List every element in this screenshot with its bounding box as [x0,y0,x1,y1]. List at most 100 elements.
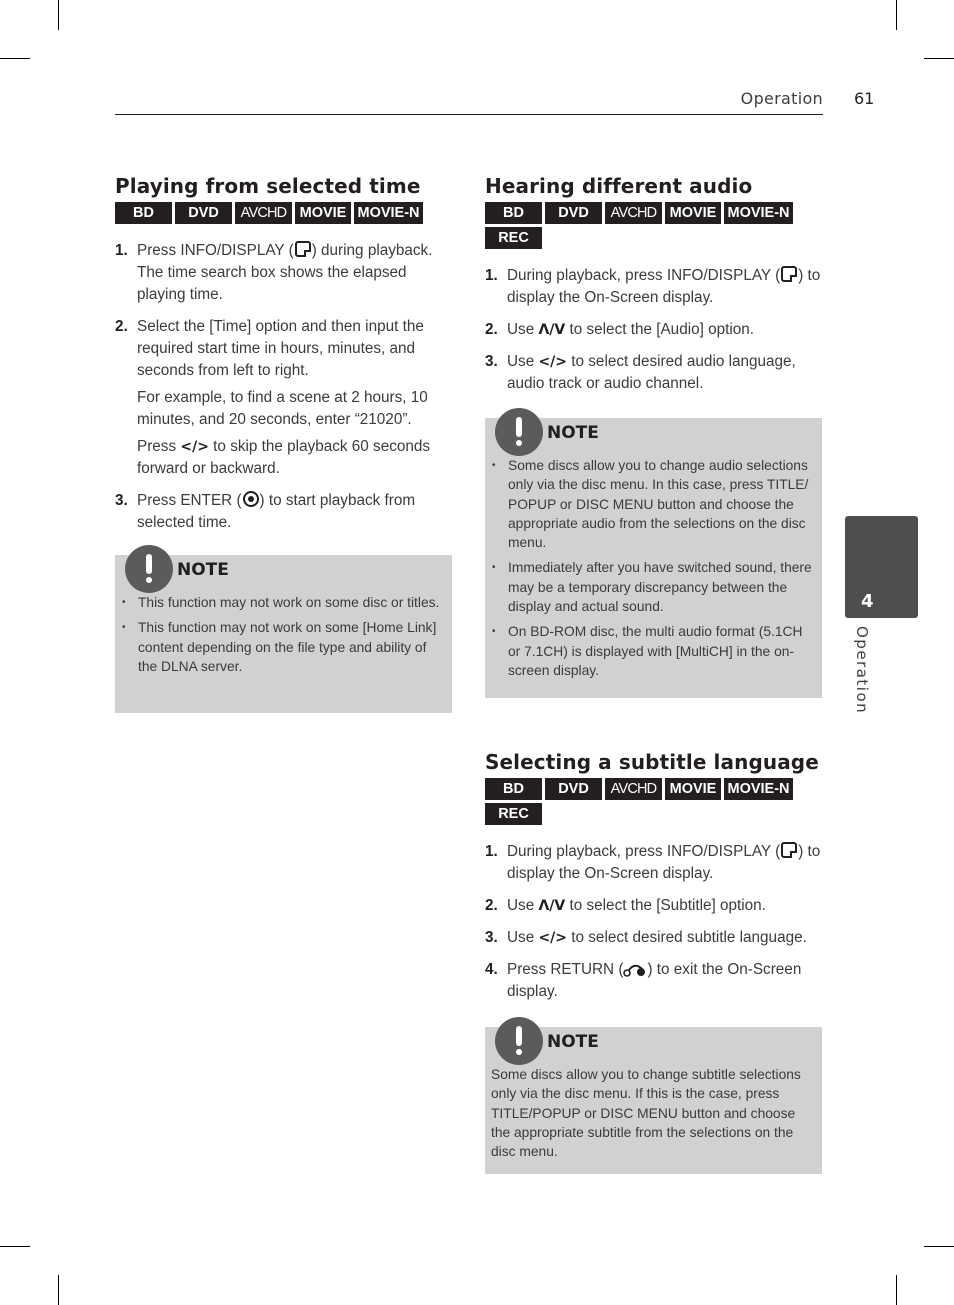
note-header: NOTE [485,408,822,456]
exclamation-icon [495,408,543,456]
badge-dvd: DVD [545,778,602,800]
section-playing-time: Playing from selected time BD DVD AVCHD … [115,174,455,544]
crop-mark [0,58,30,59]
step-item: 2. Use Λ/V to select the [Subtitle] opti… [485,895,825,917]
step-item: 3. Use </> to select desired audio langu… [485,351,825,395]
disc-badges: BD DVD AVCHD MOVIE MOVIE-N REC [485,778,830,825]
step-number: 3. [485,353,498,370]
badge-movie-n: MOVIE-N [724,202,793,224]
note-item: Immediately after you have switched soun… [491,558,816,616]
step-text: Press RETURN ( [507,961,624,978]
page-number: 61 [854,89,875,108]
section-title: Playing from selected time [115,174,421,198]
step-text: Use [507,897,539,914]
steps-list: 1. Press INFO/DISPLAY () during playback… [115,240,455,534]
disc-badges: BD DVD AVCHD MOVIE MOVIE-N [115,202,460,224]
note-list: Some discs allow you to change audio sel… [485,456,822,696]
note-label: NOTE [547,1032,599,1052]
note-text: Some discs allow you to change subtitle … [491,1067,801,1160]
step-text: During playback, press INFO/DISPLAY ( [507,267,781,284]
left-right-arrows-icon: </> [180,439,209,455]
step-item: 2. Select the [Time] option and then inp… [115,316,455,480]
step-item: 1. Press INFO/DISPLAY () during playback… [115,240,455,306]
crop-mark [896,1275,897,1305]
up-down-arrows-icon: Λ/V [538,898,566,914]
steps-list: 1. During playback, press INFO/DISPLAY (… [485,841,825,1003]
crop-mark [0,1246,30,1247]
step-text: Press INFO/DISPLAY ( [137,242,294,259]
note-item: This function may not work on some [Home… [121,618,446,676]
enter-icon [242,491,259,507]
crop-mark [924,1246,954,1247]
chapter-number: 4 [861,591,874,612]
step-number: 3. [115,492,128,509]
step-number: 1. [485,267,498,284]
badge-movie: MOVIE [665,778,721,800]
badge-bd: BD [485,778,542,800]
crop-mark [58,1275,59,1305]
badge-rec: REC [485,803,542,825]
badge-movie-n: MOVIE-N [724,778,793,800]
section-title: Selecting a subtitle language [485,750,819,774]
crop-mark [58,0,59,30]
header-section-title: Operation [740,89,823,108]
chapter-tab: 4 [845,516,918,618]
step-number: 1. [115,242,128,259]
badge-avchd: AVCHD [605,778,662,800]
disc-badges: BD DVD AVCHD MOVIE MOVIE-N REC [485,202,830,249]
step-text: to select the [Subtitle] option. [565,897,766,914]
step-text: Use [507,321,539,338]
badge-movie: MOVIE [665,202,721,224]
step-text: Use [507,353,539,370]
up-down-arrows-icon: Λ/V [538,322,566,338]
return-icon [623,964,646,977]
badge-dvd: DVD [545,202,602,224]
left-right-arrows-icon: </> [538,930,568,946]
step-item: 2. Use Λ/V to select the [Audio] option. [485,319,825,341]
step-text: Press [137,438,181,455]
section-subtitle: Selecting a subtitle language BD DVD AVC… [485,750,825,1013]
badge-dvd: DVD [175,202,232,224]
badge-avchd: AVCHD [605,202,662,224]
info-display-icon [781,266,798,282]
crop-mark [924,58,954,59]
note-box: NOTE This function may not work on some … [115,545,452,713]
crop-mark [896,0,897,30]
note-item: This function may not work on some disc … [121,593,446,613]
exclamation-icon [125,545,173,593]
exclamation-icon [495,1017,543,1065]
chapter-label: Operation [853,626,871,715]
step-text: Select the [Time] option and then input … [137,318,424,379]
left-right-arrows-icon: </> [538,354,568,370]
page-header: Operation [115,88,823,115]
step-text: Use [507,929,539,946]
step-number: 4. [485,961,498,978]
info-display-icon [294,241,311,257]
badge-rec: REC [485,227,542,249]
step-item: 1. During playback, press INFO/DISPLAY (… [485,265,825,309]
note-list: This function may not work on some disc … [115,593,452,692]
step-text: During playback, press INFO/DISPLAY ( [507,843,781,860]
badge-movie: MOVIE [295,202,351,224]
step-number: 1. [485,843,498,860]
note-item: On BD-ROM disc, the multi audio format (… [491,622,816,680]
badge-bd: BD [485,202,542,224]
step-text: to select the [Audio] option. [565,321,755,338]
step-example: For example, to find a scene at 2 hours,… [137,389,428,428]
step-tip: Press </> to skip the playback 60 second… [137,436,455,480]
step-text: to select desired subtitle language. [567,929,807,946]
note-label: NOTE [547,423,599,443]
note-header: NOTE [485,1017,822,1065]
step-item: 4. Press RETURN () to exit the On-Screen… [485,959,825,1003]
step-item: 3. Press ENTER () to start playback from… [115,490,455,534]
steps-list: 1. During playback, press INFO/DISPLAY (… [485,265,825,395]
section-title: Hearing different audio [485,174,753,198]
badge-bd: BD [115,202,172,224]
step-item: 1. During playback, press INFO/DISPLAY (… [485,841,825,885]
badge-movie-n: MOVIE-N [354,202,423,224]
note-box: NOTE Some discs allow you to change audi… [485,408,822,698]
step-text: Press ENTER ( [137,492,242,509]
section-audio: Hearing different audio BD DVD AVCHD MOV… [485,174,825,405]
note-label: NOTE [177,560,229,580]
badge-avchd: AVCHD [235,202,292,224]
